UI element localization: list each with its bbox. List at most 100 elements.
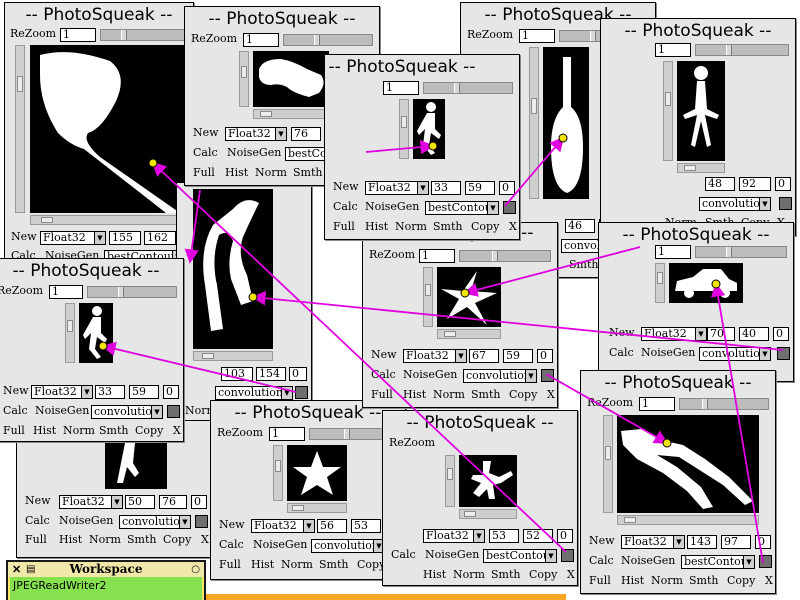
zoom-field[interactable]: 1 bbox=[60, 28, 96, 42]
photosqueak-window-cowboy[interactable]: -- PhotoSqueak -- ReZoom Float32 ▼ 53 52 … bbox=[382, 410, 578, 586]
filter-dropdown[interactable]: convolution▼ bbox=[91, 405, 163, 419]
norm-button[interactable]: Norm bbox=[87, 534, 123, 548]
hist-button[interactable]: Hist bbox=[401, 389, 428, 403]
rezoom-button[interactable]: ReZoom bbox=[0, 285, 45, 299]
hist-button[interactable]: Hist bbox=[223, 167, 250, 181]
param-1-field[interactable]: 53 bbox=[489, 529, 519, 543]
image-view[interactable] bbox=[459, 455, 517, 507]
output-port[interactable] bbox=[759, 555, 772, 568]
vertical-scrollbar[interactable] bbox=[445, 455, 455, 507]
vertical-scrollbar[interactable] bbox=[15, 45, 25, 213]
photosqueak-window-walker[interactable]: -- PhotoSqueak -- 1 New Float32 ▼ 33 59 0… bbox=[324, 54, 520, 240]
type-dropdown[interactable]: Float32 ▼ bbox=[251, 519, 315, 533]
full-button[interactable]: Full bbox=[217, 559, 243, 573]
vertical-scrollbar[interactable] bbox=[529, 47, 539, 199]
new-button[interactable]: New bbox=[217, 519, 247, 533]
rezoom-button[interactable]: ReZoom bbox=[585, 397, 635, 411]
param-3-field[interactable]: 0 bbox=[163, 385, 179, 399]
norm-button[interactable]: Norm bbox=[451, 569, 487, 583]
param-2-field[interactable]: 154 bbox=[256, 367, 286, 381]
zoom-field[interactable]: 1 bbox=[383, 81, 419, 95]
zoom-field[interactable]: 1 bbox=[655, 245, 691, 259]
norm-button[interactable]: Norm bbox=[253, 167, 289, 181]
param-1-field[interactable]: 50 bbox=[125, 495, 155, 509]
new-button[interactable]: New bbox=[369, 349, 399, 363]
rezoom-button[interactable]: ReZoom bbox=[8, 28, 58, 42]
hist-button[interactable]: Hist bbox=[31, 425, 58, 439]
full-button[interactable]: Full bbox=[331, 221, 357, 235]
filter-dropdown[interactable]: convolution▼ bbox=[699, 197, 771, 211]
image-view[interactable] bbox=[105, 443, 167, 489]
smth-button[interactable]: Smth bbox=[687, 575, 720, 589]
type-dropdown[interactable]: Float32 ▼ bbox=[423, 529, 485, 543]
noisegen-button[interactable]: NoiseGen bbox=[363, 201, 421, 215]
type-dropdown[interactable]: Float32 ▼ bbox=[40, 231, 106, 245]
smth-button[interactable]: Smth bbox=[125, 534, 158, 548]
filter-dropdown[interactable]: bestContour▼ bbox=[425, 201, 499, 215]
bottom-flap-tab[interactable] bbox=[206, 594, 566, 600]
smth-button[interactable]: Smth bbox=[97, 425, 130, 439]
param-2-field[interactable]: 59 bbox=[129, 385, 159, 399]
type-dropdown[interactable]: Float32 ▼ bbox=[621, 535, 685, 549]
copy-button[interactable]: Copy bbox=[133, 425, 165, 439]
image-view[interactable] bbox=[79, 303, 113, 363]
output-port[interactable] bbox=[503, 201, 516, 214]
type-dropdown[interactable]: Float32 ▼ bbox=[59, 495, 123, 509]
image-view[interactable] bbox=[193, 189, 273, 349]
output-port[interactable] bbox=[541, 369, 554, 382]
smth-button[interactable]: Smth bbox=[291, 167, 324, 181]
param-2-field[interactable]: 52 bbox=[523, 529, 553, 543]
param-3-field[interactable]: 0 bbox=[289, 367, 307, 381]
output-port[interactable] bbox=[561, 549, 574, 562]
param-3-field[interactable]: 0 bbox=[775, 177, 791, 191]
zoom-slider[interactable] bbox=[87, 286, 177, 298]
type-dropdown[interactable]: Float32 ▼ bbox=[365, 181, 429, 195]
param-2-field[interactable]: 92 bbox=[739, 177, 771, 191]
window-title[interactable]: -- PhotoSqueak -- bbox=[599, 225, 793, 245]
new-button[interactable]: New bbox=[587, 535, 617, 549]
output-port[interactable] bbox=[777, 347, 790, 360]
rezoom-button[interactable]: ReZoom bbox=[189, 33, 239, 47]
param-2-field[interactable]: 59 bbox=[503, 349, 533, 363]
window-title[interactable]: -- PhotoSqueak -- bbox=[285, 57, 519, 77]
param-3-field[interactable]: 0 bbox=[191, 495, 207, 509]
workspace-window[interactable]: ✕ ▤ Workspace ○ JPEGReadWriter2 bbox=[6, 560, 206, 600]
norm-button[interactable]: Norm bbox=[393, 221, 429, 235]
param-1-field[interactable]: 33 bbox=[95, 385, 125, 399]
norm-button[interactable]: Norm bbox=[431, 389, 467, 403]
full-button[interactable]: Full bbox=[587, 575, 613, 589]
zoom-field[interactable]: 1 bbox=[269, 427, 305, 441]
new-button[interactable]: New bbox=[191, 127, 221, 141]
noisegen-button[interactable]: NoiseGen bbox=[639, 347, 697, 361]
type-dropdown[interactable]: Float32 ▼ bbox=[225, 127, 287, 141]
image-view[interactable] bbox=[30, 45, 188, 213]
photosqueak-window-car[interactable]: -- PhotoSqueak -- 1 New Float32 ▼ 70 40 0… bbox=[598, 222, 794, 382]
rezoom-button[interactable]: ReZoom bbox=[465, 29, 515, 43]
photosqueak-window-figure[interactable]: -- PhotoSqueak -- 1 48 92 0 convolution ▼… bbox=[600, 18, 796, 236]
output-port[interactable] bbox=[295, 386, 308, 399]
filter-dropdown[interactable]: convolution▼ bbox=[119, 515, 191, 529]
calc-button[interactable]: Calc bbox=[191, 147, 220, 161]
zoom-field[interactable]: 1 bbox=[639, 397, 675, 411]
horizontal-scrollbar[interactable] bbox=[30, 215, 188, 225]
new-button[interactable]: New bbox=[607, 327, 637, 341]
param-1-field[interactable]: 56 bbox=[317, 519, 347, 533]
noisegen-button[interactable]: NoiseGen bbox=[251, 539, 309, 553]
norm-button[interactable]: Norm bbox=[279, 559, 315, 573]
close-button[interactable]: X bbox=[171, 425, 183, 439]
output-port[interactable] bbox=[167, 405, 180, 418]
param-2-field[interactable]: 53 bbox=[351, 519, 381, 533]
calc-button[interactable]: Calc bbox=[23, 515, 52, 529]
param-1-field[interactable]: 76 bbox=[291, 127, 321, 141]
horizontal-scrollbar[interactable] bbox=[287, 503, 347, 513]
param-2-field[interactable]: 59 bbox=[465, 181, 495, 195]
param-1-field[interactable]: 143 bbox=[687, 535, 717, 549]
param-1-field[interactable]: 48 bbox=[705, 177, 735, 191]
noisegen-button[interactable]: NoiseGen bbox=[619, 555, 677, 569]
type-dropdown[interactable]: Float32 ▼ bbox=[403, 349, 467, 363]
zoom-slider[interactable] bbox=[100, 29, 190, 41]
vertical-scrollbar[interactable] bbox=[273, 445, 283, 501]
param-2-field[interactable]: 40 bbox=[739, 327, 769, 341]
full-button[interactable]: Full bbox=[369, 389, 395, 403]
zoom-slider[interactable] bbox=[459, 250, 551, 262]
